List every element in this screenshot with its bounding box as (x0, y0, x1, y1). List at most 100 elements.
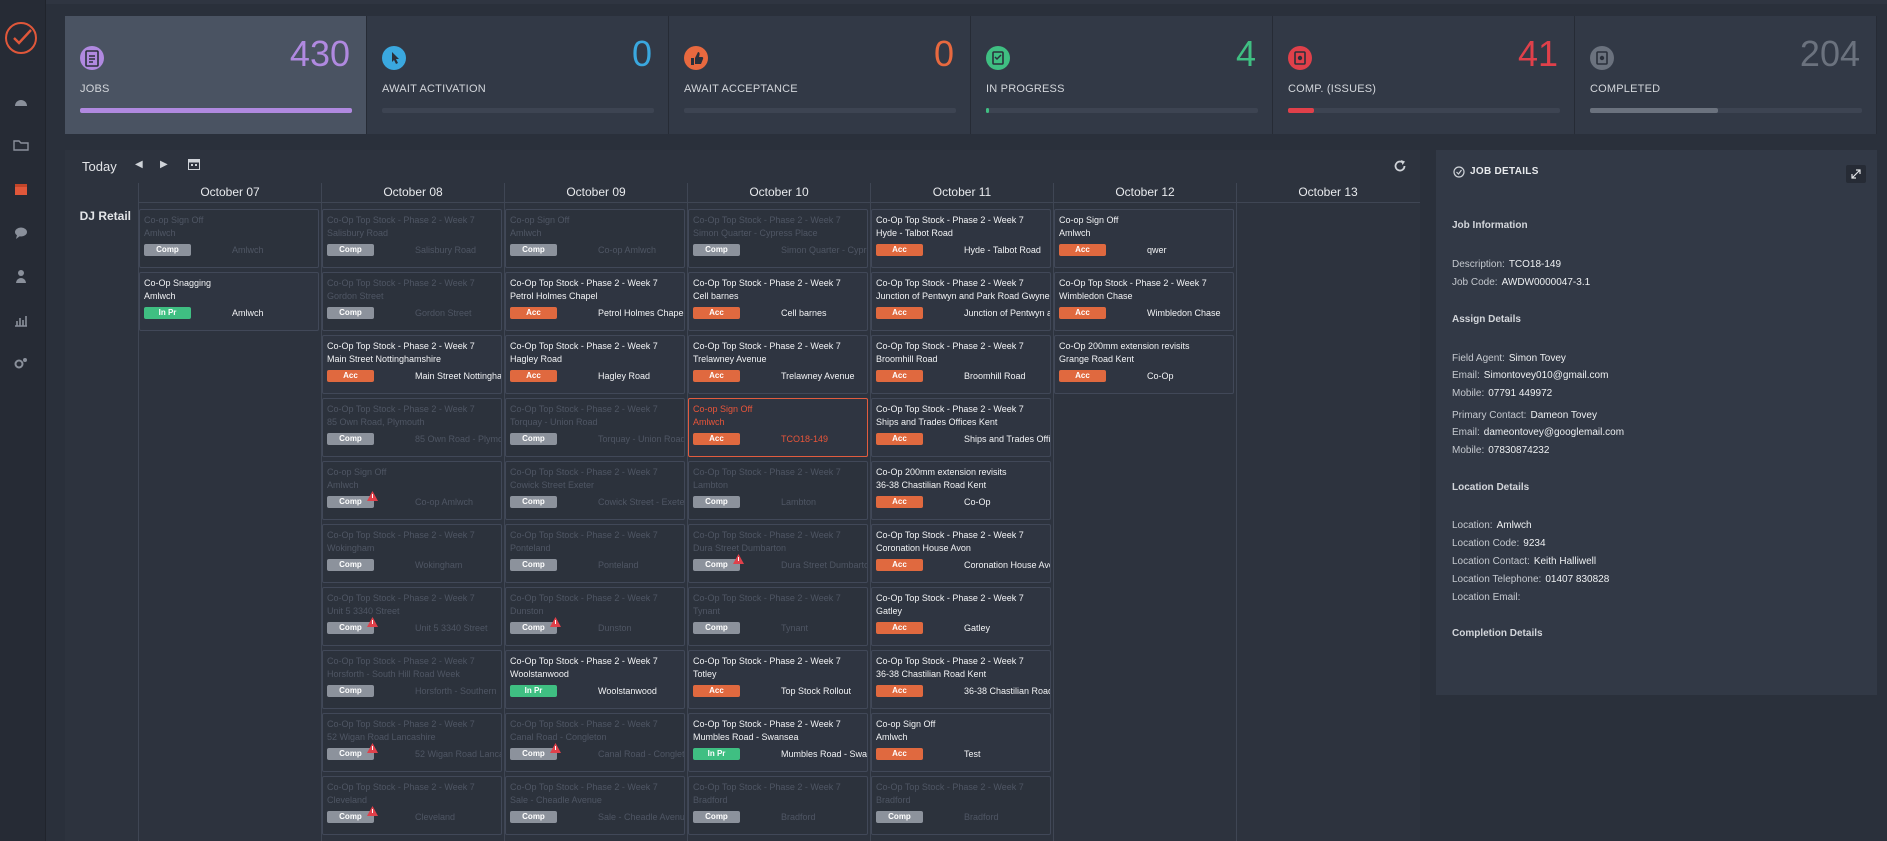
job-card[interactable]: Co-Op Top Stock - Phase 2 - Week 7 Salisb… (322, 209, 502, 268)
job-card[interactable]: Co-Op Top Stock - Phase 2 - Week 7 Dura S… (688, 524, 868, 583)
job-title: Co-Op Snagging (144, 278, 212, 288)
job-title: Co-Op Top Stock - Phase 2 - Week 7 (876, 530, 1024, 540)
job-card[interactable]: Co-Op Top Stock - Phase 2 - Week 7 Gatley… (871, 587, 1051, 646)
expand-button[interactable] (1846, 165, 1866, 183)
job-card[interactable]: Co-Op Top Stock - Phase 2 - Week 7 Woking… (322, 524, 502, 583)
job-card[interactable]: Co-Op Top Stock - Phase 2 - Week 7 Main S… (322, 335, 502, 394)
status-badge: Acc (510, 370, 557, 382)
job-card[interactable]: Co-Op 200mm extension revisits Grange Roa… (1054, 335, 1234, 394)
job-card[interactable]: Co-Op Top Stock - Phase 2 - Week 7 Lambto… (688, 461, 868, 520)
job-card[interactable]: Co-Op Top Stock - Phase 2 - Week 7 Totley… (688, 650, 868, 709)
stat-progress-track (986, 108, 1258, 113)
job-card[interactable]: Co-Op Snagging Amlwch In Pr Amlwch (139, 272, 319, 331)
stat-card-comp-issues[interactable]: 41 COMP. (ISSUES) (1273, 16, 1575, 134)
status-badge: Comp (693, 496, 740, 508)
job-card[interactable]: Co-Op Top Stock - Phase 2 - Week 7 Simon … (688, 209, 868, 268)
job-card[interactable]: Co-Op Top Stock - Phase 2 - Week 7 Cowick… (505, 461, 685, 520)
job-card[interactable]: Co-Op Top Stock - Phase 2 - Week 7 Clevel… (322, 776, 502, 835)
stat-card-in-progress[interactable]: 4 IN PROGRESS (971, 16, 1273, 134)
job-card[interactable]: Co-Op Top Stock - Phase 2 - Week 7 36-38 … (871, 650, 1051, 709)
calendar-icon[interactable] (13, 181, 29, 197)
job-card[interactable]: Co-Op Top Stock - Phase 2 - Week 7 Wimble… (1054, 272, 1234, 331)
job-card[interactable]: Co-op Sign Off Amlwch Acc TCO18-149 (688, 398, 868, 457)
chat-icon[interactable] (13, 225, 29, 241)
job-card[interactable]: Co-Op Top Stock - Phase 2 - Week 7 52 Wig… (322, 713, 502, 772)
job-card[interactable]: Co-Op Top Stock - Phase 2 - Week 7 Hagley… (505, 335, 685, 394)
app-logo-icon[interactable] (4, 21, 38, 55)
status-badge: In Pr (693, 748, 740, 760)
report-icon (1288, 46, 1312, 70)
prev-arrow-icon[interactable]: ◀ (135, 159, 143, 170)
stat-card-await-acceptance[interactable]: 0 AWAIT ACCEPTANCE (669, 16, 971, 134)
job-card[interactable]: Co-op Sign Off Amlwch Comp Amlwch (139, 209, 319, 268)
date-picker-icon[interactable] (188, 159, 200, 170)
job-card[interactable]: Co-op Sign Off Amlwch Comp Co-op Amlwch (505, 209, 685, 268)
job-card[interactable]: Co-Op Top Stock - Phase 2 - Week 7 Unit 5… (322, 587, 502, 646)
job-location: Wokingham (415, 560, 463, 570)
job-card[interactable]: Co-Op Top Stock - Phase 2 - Week 7 85 Own… (322, 398, 502, 457)
job-card[interactable]: Co-Op 200mm extension revisits 36-38 Chas… (871, 461, 1051, 520)
warning-icon (367, 806, 378, 816)
primary-contact-value: Dameon Tovey (1530, 410, 1597, 421)
job-location: Amlwch (232, 308, 264, 318)
job-card[interactable]: Co-Op Top Stock - Phase 2 - Week 7 Pontel… (505, 524, 685, 583)
job-card[interactable]: Co-Op Top Stock - Phase 2 - Week 7 Cell b… (688, 272, 868, 331)
report-icon (1590, 46, 1614, 70)
status-badge: Comp (510, 244, 557, 256)
folder-icon[interactable] (13, 137, 29, 153)
user-icon[interactable] (13, 268, 29, 284)
job-card[interactable]: Co-Op Top Stock - Phase 2 - Week 7 Ships … (871, 398, 1051, 457)
job-title: Co-Op Top Stock - Phase 2 - Week 7 (876, 782, 1024, 792)
job-card[interactable]: Co-Op Top Stock - Phase 2 - Week 7 Sale -… (505, 776, 685, 835)
description-label: Description: (1452, 259, 1505, 270)
job-site: Torquay - Union Road (510, 417, 598, 427)
job-card[interactable]: Co-Op Top Stock - Phase 2 - Week 7 Gordon… (322, 272, 502, 331)
stat-card-jobs[interactable]: 430 JOBS (65, 16, 367, 134)
job-card[interactable]: Co-op Sign Off Amlwch Comp Co-op Amlwch (322, 461, 502, 520)
status-badge: Acc (693, 685, 740, 697)
job-card[interactable]: Co-Op Top Stock - Phase 2 - Week 7 Juncti… (871, 272, 1051, 331)
job-card[interactable]: Co-op Sign Off Amlwch Acc Test (871, 713, 1051, 772)
job-card[interactable]: Co-Op Top Stock - Phase 2 - Week 7 Tynant… (688, 587, 868, 646)
job-card[interactable]: Co-Op Top Stock - Phase 2 - Week 7 Dunsto… (505, 587, 685, 646)
status-badge: Comp (693, 244, 740, 256)
stat-label: COMPLETED (1590, 83, 1661, 95)
job-title: Co-Op Top Stock - Phase 2 - Week 7 (327, 593, 475, 603)
description-value: TCO18-149 (1508, 259, 1562, 270)
job-title: Co-Op Top Stock - Phase 2 - Week 7 (327, 278, 475, 288)
job-card[interactable]: Co-Op Top Stock - Phase 2 - Week 7 Canal … (505, 713, 685, 772)
job-card[interactable]: Co-Op Top Stock - Phase 2 - Week 7 Hyde -… (871, 209, 1051, 268)
job-card[interactable]: Co-Op Top Stock - Phase 2 - Week 7 Bradfo… (688, 776, 868, 835)
job-card[interactable]: Co-op Sign Off Amlwch Acc qwer (1054, 209, 1234, 268)
section-job-information: Job Information (1452, 220, 1528, 231)
job-site: Simon Quarter - Cypress Place (693, 228, 818, 238)
stat-card-completed[interactable]: 204 COMPLETED (1575, 16, 1877, 134)
job-location: Hyde - Talbot Road (964, 245, 1041, 255)
stat-card-await-activation[interactable]: 0 AWAIT ACTIVATION (367, 16, 669, 134)
job-card[interactable]: Co-Op Top Stock - Phase 2 - Week 7 Torqua… (505, 398, 685, 457)
settings-icon[interactable] (13, 355, 29, 371)
refresh-icon[interactable] (1393, 159, 1407, 173)
job-card[interactable]: Co-Op Top Stock - Phase 2 - Week 7 Trelaw… (688, 335, 868, 394)
bar-chart-icon[interactable] (13, 312, 29, 328)
job-card[interactable]: Co-Op Top Stock - Phase 2 - Week 7 Broomh… (871, 335, 1051, 394)
dashboard-icon[interactable] (13, 95, 29, 111)
warning-icon (367, 743, 378, 753)
expand-icon (1851, 169, 1861, 179)
location-code-value: 9234 (1523, 538, 1546, 549)
next-arrow-icon[interactable]: ▶ (160, 159, 168, 170)
job-card[interactable]: Co-Op Top Stock - Phase 2 - Week 7 Woolst… (505, 650, 685, 709)
job-card[interactable]: Co-Op Top Stock - Phase 2 - Week 7 Horsfo… (322, 650, 502, 709)
job-site: Woolstanwood (510, 669, 569, 679)
job-card[interactable]: Co-Op Top Stock - Phase 2 - Week 7 Petrol… (505, 272, 685, 331)
job-card[interactable]: Co-Op Top Stock - Phase 2 - Week 7 Mumble… (688, 713, 868, 772)
job-title: Co-Op Top Stock - Phase 2 - Week 7 (693, 719, 841, 729)
job-title: Co-Op Top Stock - Phase 2 - Week 7 (510, 467, 658, 477)
today-button[interactable]: Today (82, 159, 117, 174)
job-location: Cell barnes (781, 308, 827, 318)
primary-contact-row: Primary Contact: Dameon Tovey (1452, 410, 1597, 421)
job-card[interactable]: Co-Op Top Stock - Phase 2 - Week 7 Corona… (871, 524, 1051, 583)
day-column-divider (1236, 183, 1237, 841)
job-card[interactable]: Co-Op Top Stock - Phase 2 - Week 7 Bradfo… (871, 776, 1051, 835)
job-title: Co-Op Top Stock - Phase 2 - Week 7 (693, 593, 841, 603)
